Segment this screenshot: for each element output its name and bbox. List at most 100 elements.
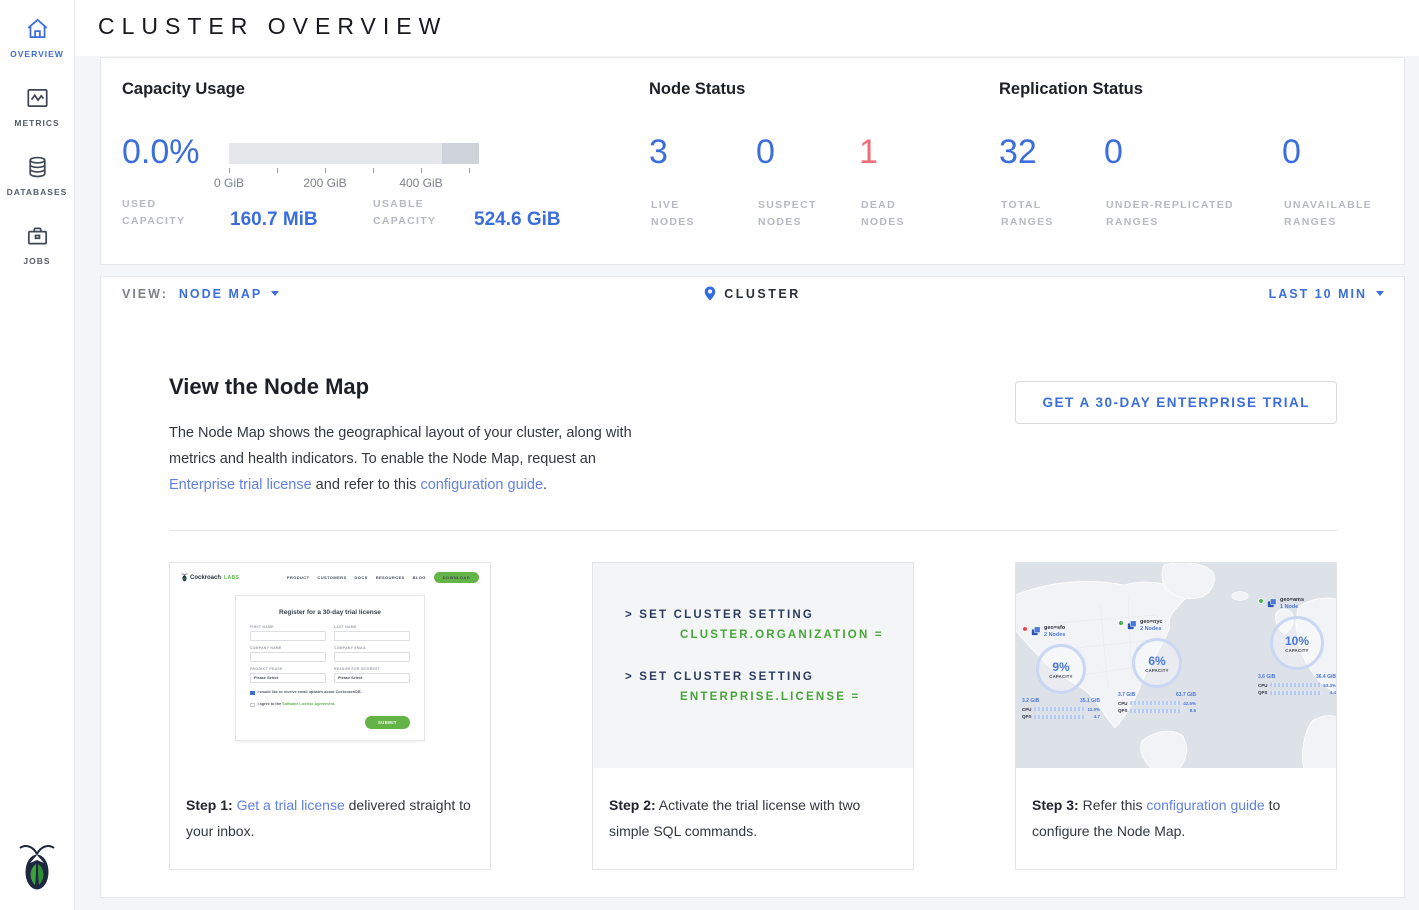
mini-field-label: LAST NAME	[334, 625, 410, 629]
locality-node-count: 2 Nodes	[1044, 632, 1065, 639]
live-nodes-value: 3	[649, 132, 668, 172]
capacity-arc-gauge: 9% CAPACITY	[1036, 644, 1086, 694]
step1-label: Step 1:	[186, 797, 233, 813]
enterprise-trial-license-link[interactable]: Enterprise trial license	[169, 477, 312, 493]
locality-total: 63.7 GiB	[1176, 692, 1196, 698]
step2-label: Step 2:	[609, 797, 656, 813]
locality-capacity-label: CAPACITY	[1145, 668, 1169, 673]
mini-input	[334, 631, 410, 641]
capacity-arc-gauge: 10% CAPACITY	[1270, 616, 1324, 670]
sidebar-item-label: OVERVIEW	[10, 49, 64, 59]
replication-status-title: Replication Status	[999, 80, 1143, 99]
step2-caption: Step 2: Activate the trial license with …	[593, 768, 913, 844]
chevron-down-icon	[1376, 291, 1384, 296]
total-ranges-label: TOTAL RANGES	[1001, 197, 1081, 231]
mini-field-label: COMPANY NAME	[250, 646, 326, 650]
sidebar-item-overview[interactable]: OVERVIEW	[0, 0, 74, 71]
mini-trial-form: Register for a 30-day trial license FIRS…	[235, 595, 425, 741]
suspect-nodes-label: SUSPECT NODES	[758, 197, 836, 231]
live-status-dot	[1258, 598, 1264, 604]
locality-capacity-pct: 6%	[1148, 654, 1165, 668]
step3-card: geo=sfo 2 Nodes 9% CAPACITY 3.2 GiB 35.1…	[1015, 562, 1337, 870]
mini-select: Please Select	[250, 673, 326, 683]
qps-bar	[1034, 715, 1086, 719]
get-trial-license-link[interactable]: Get a trial license	[237, 797, 345, 813]
cpu-value: 42.5%	[1183, 701, 1196, 706]
caption-text: Refer this	[1079, 797, 1147, 813]
mini-logo-text: Cockroach	[190, 575, 221, 581]
under-replicated-ranges-label: UNDER-REPLICATED RANGES	[1106, 197, 1276, 231]
sidebar-item-metrics[interactable]: METRICS	[0, 71, 74, 140]
sidebar-item-label: METRICS	[14, 118, 59, 128]
locality-name: geo=ams	[1280, 597, 1304, 604]
section-divider	[169, 530, 1337, 531]
configuration-guide-link[interactable]: configuration guide	[420, 477, 543, 493]
mini-checkbox	[250, 703, 255, 708]
step3-caption: Step 3: Refer this configuration guide t…	[1016, 768, 1336, 844]
view-selector-dropdown[interactable]: NODE MAP	[179, 287, 279, 301]
step1-card: Cockroach LABS PRODUCT CUSTOMERS DOCS RE…	[169, 562, 491, 870]
capacity-gauge-reserved-segment	[442, 143, 479, 164]
mini-checkbox-checked	[250, 691, 255, 696]
sidebar: OVERVIEW METRICS DATABASES JOBS	[0, 0, 75, 910]
time-range-value: LAST 10 MIN	[1269, 287, 1367, 301]
mini-cockroachlabs-logo: Cockroach LABS	[181, 573, 239, 582]
sql-setting-line: ENTERPRISE.LICENSE =	[680, 691, 913, 703]
step3-node-map-preview: geo=sfo 2 Nodes 9% CAPACITY 3.2 GiB 35.1…	[1016, 563, 1336, 768]
unavailable-ranges-label: UNAVAILABLE RANGES	[1284, 197, 1394, 231]
mini-input	[250, 631, 326, 641]
mini-field-label: PROJECT PHASE	[250, 667, 326, 671]
mini-form-title: Register for a 30-day trial license	[250, 609, 410, 616]
mini-input	[250, 652, 326, 662]
tick-label: 400 GiB	[399, 176, 442, 190]
mini-field-label: REASON FOR INTEREST	[334, 667, 410, 671]
briefcase-icon	[24, 223, 51, 249]
locality-total: 36.4 GiB	[1316, 674, 1336, 680]
view-label: VIEW:	[122, 287, 168, 301]
step3-label: Step 3:	[1032, 797, 1079, 813]
mini-select: Please Select	[334, 673, 410, 683]
nodes-stack-icon	[1127, 620, 1137, 630]
locality-total: 35.1 GiB	[1080, 698, 1100, 704]
step2-card: > SET CLUSTER SETTING CLUSTER.ORGANIZATI…	[592, 562, 914, 870]
sidebar-item-databases[interactable]: DATABASES	[0, 140, 74, 209]
description-text: The Node Map shows the geographical layo…	[169, 425, 632, 467]
step1-caption: Step 1: Get a trial license delivered st…	[170, 768, 490, 844]
mini-site-nav: PRODUCT CUSTOMERS DOCS RESOURCES BLOG DO…	[287, 572, 479, 583]
setup-steps: Cockroach LABS PRODUCT CUSTOMERS DOCS RE…	[169, 562, 1337, 870]
locality-used: 3.7 GiB	[1118, 692, 1135, 698]
mini-roach-icon	[181, 573, 188, 582]
sidebar-item-jobs[interactable]: JOBS	[0, 209, 74, 278]
locality-used: 3.6 GiB	[1258, 674, 1275, 680]
enterprise-trial-button[interactable]: GET A 30-DAY ENTERPRISE TRIAL	[1015, 381, 1337, 424]
sidebar-item-label: JOBS	[23, 256, 50, 266]
page-title: CLUSTER OVERVIEW	[98, 13, 447, 40]
under-replicated-ranges-value: 0	[1104, 132, 1123, 172]
nodes-stack-icon	[1267, 598, 1277, 608]
description-text: .	[543, 477, 547, 493]
cpu-label: CPU	[1118, 701, 1128, 706]
cpu-bar	[1034, 707, 1085, 711]
top-header: CLUSTER OVERVIEW	[75, 0, 1419, 56]
chevron-down-icon	[271, 291, 279, 296]
mini-field-label: COMPANY EMAIL	[334, 646, 410, 650]
dead-nodes-value: 1	[859, 132, 878, 172]
time-range-dropdown[interactable]: LAST 10 MIN	[1269, 287, 1384, 301]
total-ranges-value: 32	[999, 132, 1037, 172]
node-map-panel: View the Node Map GET A 30-DAY ENTERPRIS…	[100, 310, 1405, 898]
cpu-value: 11.0%	[1087, 707, 1100, 712]
tick-label: 0 GiB	[214, 176, 244, 190]
view-selector-value: NODE MAP	[179, 287, 262, 301]
locality-capacity-label: CAPACITY	[1285, 648, 1309, 653]
dead-status-dot	[1022, 626, 1028, 632]
node-map-description: The Node Map shows the geographical layo…	[169, 420, 635, 498]
mini-download-button: DOWNLOAD	[434, 572, 479, 583]
locality-badge-ams: geo=ams 1 Node 10% CAPACITY 3.6 GiB 36.4…	[1258, 597, 1336, 695]
cpu-label: CPU	[1022, 707, 1032, 712]
unavailable-ranges-value: 0	[1282, 132, 1301, 172]
qps-value: 4.4	[1324, 690, 1336, 695]
configuration-guide-link[interactable]: configuration guide	[1146, 797, 1264, 813]
mini-field-label: FIRST NAME	[250, 625, 326, 629]
location-pin-icon	[704, 286, 716, 301]
step1-screenshot: Cockroach LABS PRODUCT CUSTOMERS DOCS RE…	[170, 563, 490, 768]
